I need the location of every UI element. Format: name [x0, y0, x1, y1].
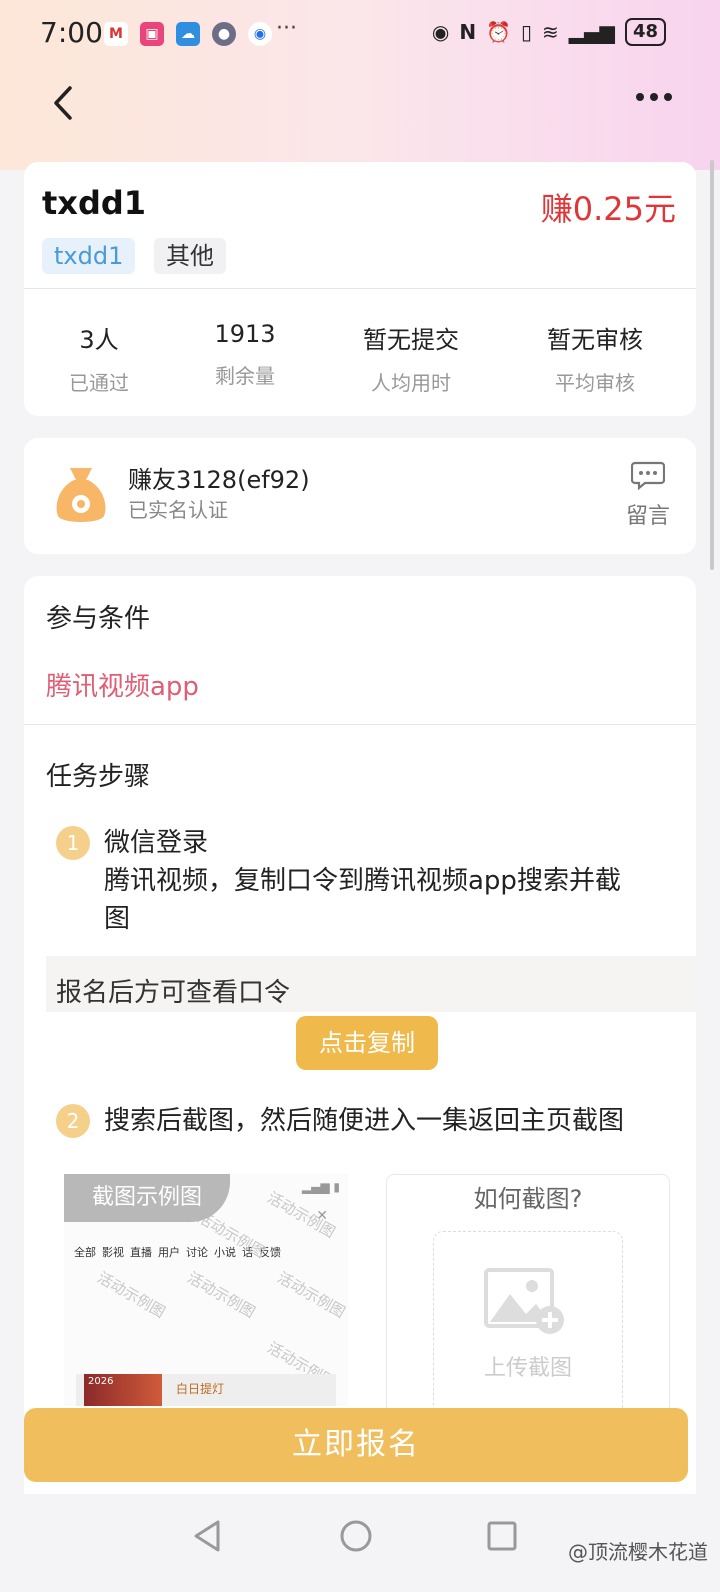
nav-recents-button[interactable] — [480, 1514, 524, 1558]
example-tabs: 全部 影视 直播 用户 讨论 小说 话 反馈 — [74, 1244, 344, 1260]
example-tab: 直播 — [130, 1246, 152, 1259]
nav-back-button[interactable] — [186, 1514, 230, 1558]
step-1-description: 腾讯视频，复制口令到腾讯视频app搜索并截 — [104, 866, 621, 896]
step-1-title: 微信登录 — [104, 828, 209, 858]
more-notifications-icon: ··· — [276, 16, 297, 41]
stat-label: 人均用时 — [371, 371, 451, 395]
nfc-icon: N — [459, 20, 477, 44]
task-summary-card: txdd1 赚0.25元 txdd1 其他 3人 已通过 1913 剩余量 暂无… — [24, 162, 696, 416]
signup-button[interactable]: 立即报名 — [24, 1408, 688, 1482]
nav-home-button[interactable] — [334, 1514, 378, 1558]
example-tab: 全部 — [74, 1246, 96, 1259]
stat-value: 3人 — [79, 326, 119, 354]
status-time: 7:00 — [40, 16, 103, 49]
stat-label: 剩余量 — [215, 364, 275, 388]
vibrate-icon: ▯ — [521, 20, 533, 44]
example-watermark: 活动示例图 — [184, 1268, 259, 1322]
money-bag-icon — [56, 468, 106, 522]
tag-keyword: txdd1 — [42, 238, 136, 274]
example-tab: 用户 — [158, 1246, 180, 1259]
step-2-title: 搜索后截图，然后随便进入一集返回主页截图 — [104, 1106, 625, 1136]
publisher-name: 赚友3128(ef92) — [128, 466, 310, 494]
divider — [24, 724, 696, 725]
example-poster: 2026 — [84, 1374, 162, 1406]
cloud-notification-icon: ☁ — [176, 22, 200, 46]
eye-icon: ◉ — [431, 20, 450, 44]
code-placeholder: 报名后方可查看口令 — [56, 978, 291, 1008]
message-label: 留言 — [625, 504, 670, 529]
stat-value: 暂无审核 — [547, 326, 643, 354]
chevron-left-icon — [54, 86, 72, 120]
how-to-screenshot-link[interactable]: 如何截图? — [387, 1179, 669, 1214]
status-bar: 7:00 M ▣ ☁ ● ◉ ··· ◉ N ⏰ ▯ ≋ ▂▄▆ 48 — [0, 0, 720, 72]
example-tab: 讨论 — [186, 1246, 208, 1259]
stat-label: 已通过 — [69, 371, 129, 395]
app-notification-icon: ▣ — [140, 22, 164, 46]
example-tab: 影视 — [102, 1246, 124, 1259]
stat-passed: 3人 已通过 — [24, 320, 174, 396]
conditions-title: 参与条件 — [46, 604, 151, 634]
stat-avg-review: 暂无审核 平均审核 — [520, 320, 670, 396]
upload-screenshot-button[interactable]: 上传截图 — [433, 1231, 623, 1417]
more-horizontal-icon — [636, 93, 672, 101]
step-1-description-cont: 图 — [104, 904, 131, 934]
task-title: txdd1 — [42, 184, 147, 222]
wifi-icon: ≋ — [542, 20, 559, 44]
notification-icons: M ▣ ☁ ● ◉ — [104, 22, 272, 46]
task-details-card: 参与条件 腾讯视频app 任务步骤 1 微信登录 腾讯视频，复制口令到腾讯视频a… — [24, 576, 696, 1516]
example-watermark: 活动示例图 — [94, 1268, 169, 1322]
stat-label: 平均审核 — [555, 371, 635, 395]
code-box: 报名后方可查看口令 — [46, 956, 696, 1012]
stat-value: 1913 — [214, 320, 276, 348]
example-poster-year: 2026 — [88, 1376, 114, 1387]
weibo-watermark: @顶流樱木花道 — [568, 1540, 708, 1564]
step-1-content: 微信登录 腾讯视频，复制口令到腾讯视频app搜索并截 图 — [104, 824, 621, 938]
example-result-title: 白日提灯 — [176, 1382, 225, 1396]
example-status-icons: ▂▄▆ ▮ — [301, 1180, 340, 1194]
task-reward: 赚0.25元 — [540, 190, 676, 228]
avatar-notification-icon: ● — [212, 22, 236, 46]
back-button[interactable] — [46, 78, 86, 128]
condition-value: 腾讯视频app — [46, 672, 199, 702]
upload-panel: 如何截图? 上传截图 — [386, 1174, 670, 1417]
browser-notification-icon: ◉ — [248, 22, 272, 46]
stat-avg-time: 暂无提交 人均用时 — [336, 320, 486, 396]
example-result-row: 2026 白日提灯 — [76, 1374, 336, 1406]
divider — [24, 288, 696, 289]
battery-indicator: 48 — [624, 18, 666, 46]
message-button[interactable]: 留言 — [624, 460, 672, 530]
example-watermark: 活动示例图 — [274, 1268, 348, 1322]
alarm-icon: ⏰ — [486, 20, 511, 44]
navigation-bar — [0, 72, 720, 132]
system-status-icons: ◉ N ⏰ ▯ ≋ ▂▄▆ 48 — [432, 18, 666, 46]
step-number: 1 — [56, 826, 90, 860]
copy-button[interactable]: 点击复制 — [296, 1016, 438, 1070]
example-label: 截图示例图 — [64, 1174, 230, 1222]
steps-title: 任务步骤 — [46, 762, 151, 792]
message-icon — [630, 461, 666, 491]
step-number: 2 — [56, 1104, 90, 1138]
stat-remaining: 1913 剩余量 — [170, 320, 320, 389]
upload-label: 上传截图 — [483, 1356, 572, 1381]
publisher-card[interactable]: 赚友3128(ef92) 已实名认证 留言 — [24, 438, 696, 554]
tag-category: 其他 — [154, 238, 226, 274]
more-options-button[interactable] — [634, 80, 674, 115]
image-add-icon — [484, 1268, 564, 1334]
mail-notification-icon: M — [104, 22, 128, 46]
scrollbar[interactable] — [710, 160, 714, 570]
verification-status: 已实名认证 — [128, 498, 228, 522]
stat-value: 暂无提交 — [363, 326, 459, 354]
signal-icon: ▂▄▆ — [568, 20, 615, 44]
example-screenshot[interactable]: ▂▄▆ ▮ ✕ 全部 影视 直播 用户 讨论 小说 话 反馈 活动示例图 活动示… — [64, 1174, 348, 1406]
